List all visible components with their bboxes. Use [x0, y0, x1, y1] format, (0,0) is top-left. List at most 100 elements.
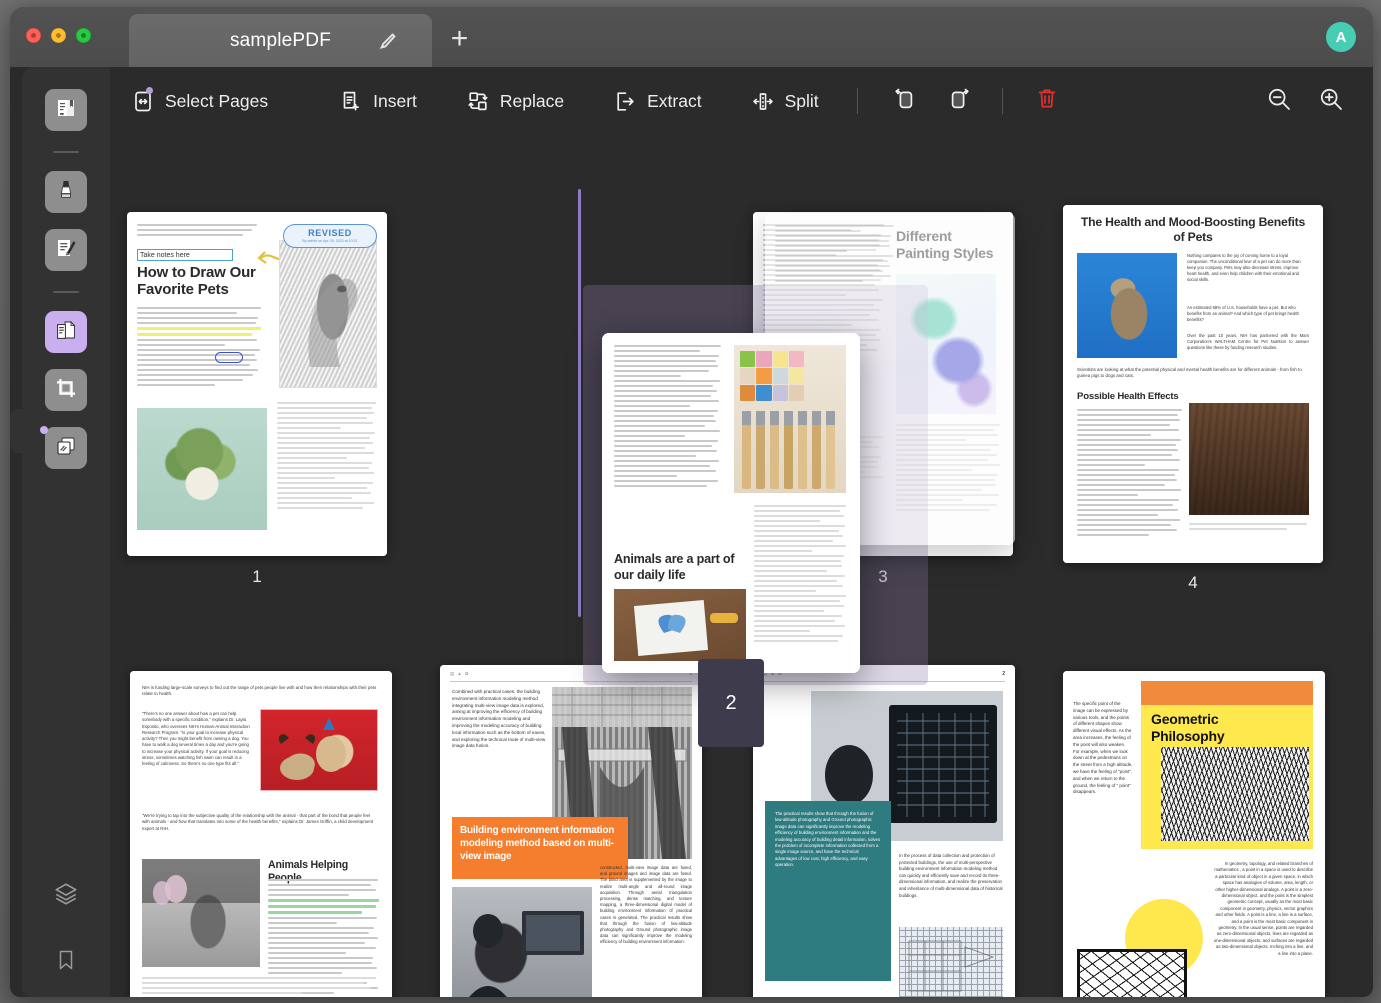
toolbar-select-pages-button[interactable]: Select Pages — [128, 67, 272, 135]
tab-samplepdf[interactable]: samplePDF — [129, 14, 432, 67]
page1-plant-plate-photo — [137, 408, 267, 530]
page1-revised-stamp: REVISED By admin on Apr 26, 2023 at 10:2… — [283, 224, 377, 248]
page5-body-1: NIH is funding large-scale surveys to fi… — [142, 685, 378, 698]
page5-body-2: "There's no one answer about how a pet c… — [142, 711, 252, 768]
drop-indicator-line — [578, 189, 581, 617]
toolbar-divider-1 — [857, 88, 858, 114]
extract-page-icon — [614, 89, 636, 113]
toolbar-extract-button[interactable]: Extract — [610, 67, 705, 135]
page6-body-1: Combined with practical cases, the build… — [452, 689, 546, 750]
toolbar-replace-label: Replace — [500, 91, 564, 112]
page1-circle-annotation — [215, 352, 243, 363]
page8-body-1: The specific point of the image can be e… — [1073, 701, 1133, 796]
select-pages-badge — [146, 87, 153, 94]
page5-dogs-costumes-photo — [260, 709, 378, 791]
sidebar-item-layers[interactable] — [49, 879, 83, 913]
bookmark-icon — [54, 948, 78, 977]
pages-canvas[interactable]: Take notes here How to Draw Our Favorite… — [110, 135, 1373, 997]
tab-strip: samplePDF + — [129, 14, 487, 67]
dragged-page-title: Animals are a part of our daily life — [614, 551, 754, 583]
page4-cat-photo — [1077, 253, 1177, 358]
page6-person-computer-photo — [452, 887, 592, 997]
main-window: samplePDF + A — [10, 7, 1373, 997]
sidebar-item-highlight[interactable] — [45, 171, 87, 213]
trash-icon — [1036, 87, 1058, 116]
page6-page-label: 1 — [689, 671, 692, 676]
sidebar-divider-2 — [53, 291, 79, 293]
zoom-out-icon — [1265, 85, 1293, 118]
maximize-window-button[interactable] — [76, 28, 91, 43]
pencil-icon[interactable] — [377, 30, 399, 52]
toolbar-rotate-right-button[interactable] — [940, 81, 980, 121]
page-thumbnail-4[interactable]: The Health and Mood-Boosting Benefits of… — [1063, 205, 1323, 563]
page4-caption: Scientists are looking at what the poten… — [1077, 367, 1309, 380]
toolbar-extract-label: Extract — [647, 91, 701, 112]
sidebar-tools — [22, 67, 110, 997]
page-thumbnail-8[interactable]: The specific point of the image can be e… — [1063, 671, 1325, 997]
sidebar-item-crop[interactable] — [45, 369, 87, 411]
page7-teal-callout: The practical results show that through … — [765, 801, 891, 981]
page7-body-1: The practical results show that through … — [775, 811, 881, 869]
page4-section-heading: Possible Health Effects — [1077, 391, 1179, 402]
highlighter-icon — [54, 178, 78, 207]
sidebar-divider-1 — [53, 151, 79, 153]
window-controls — [26, 28, 91, 43]
rotate-left-icon — [891, 86, 917, 117]
page-thumbnail-5[interactable]: NIH is funding large-scale surveys to fi… — [130, 671, 392, 997]
page8-title: Geometric Philosophy — [1151, 711, 1281, 745]
toolbar-replace-button[interactable]: Replace — [463, 67, 568, 135]
page4-dogs-sleeping-photo — [1189, 403, 1309, 515]
toolbar-split-label: Split — [785, 91, 819, 112]
page6-body-2: constructed, multi-view image data are f… — [600, 865, 692, 946]
page7-header-rule — [763, 681, 1005, 682]
page6-title: Building environment information modelin… — [460, 824, 622, 863]
zoom-in-icon — [1317, 85, 1345, 118]
duplicate-page-icon — [54, 434, 78, 463]
toolbar-zoom-in-button[interactable] — [1311, 81, 1351, 121]
new-tab-button[interactable]: + — [432, 14, 487, 67]
rotate-right-icon — [947, 86, 973, 117]
toolbar-rotate-left-button[interactable] — [884, 81, 924, 121]
page-thumbnail-7[interactable]: ▤ ▲ ✿ 2 — [753, 665, 1015, 997]
toolbar-select-pages-label: Select Pages — [165, 91, 268, 112]
sidebar-bottom-tools — [22, 879, 110, 979]
page7-header-glyphs: ▤ ▲ ✿ — [763, 671, 783, 677]
minimize-window-button[interactable] — [51, 28, 66, 43]
sidebar-item-duplicate[interactable] — [45, 427, 87, 469]
page-thumbnail-6[interactable]: ▤ ▲ ✿ 1 Combined with practical cases, t… — [440, 665, 702, 997]
sidebar-item-annotate[interactable] — [45, 229, 87, 271]
window-body: Select Pages Insert — [10, 67, 1373, 997]
sidebar — [22, 67, 110, 997]
close-window-button[interactable] — [26, 28, 41, 43]
page7-blueprint-photo — [899, 927, 1003, 997]
toolbar-zoom-out-button[interactable] — [1259, 81, 1299, 121]
sidebar-item-organize[interactable] — [45, 311, 87, 353]
page3-watercolor-art-photo — [896, 274, 996, 414]
sidebar-item-bookmark[interactable] — [49, 945, 83, 979]
organize-pages-icon — [54, 318, 78, 347]
sidebar-active-indicator-dot — [40, 426, 48, 434]
avatar[interactable]: A — [1326, 22, 1356, 52]
page4-title: The Health and Mood-Boosting Benefits of… — [1077, 215, 1309, 245]
sidebar-item-reader[interactable] — [45, 89, 87, 131]
page8-line-art-photo — [1077, 949, 1187, 997]
layers-icon — [53, 881, 79, 912]
toolbar-delete-button[interactable] — [1027, 81, 1067, 121]
tab-title: samplePDF — [230, 30, 331, 52]
toolbar-divider-2 — [1002, 88, 1003, 114]
dragged-page-butterfly-photo — [614, 589, 746, 661]
title-bar: samplePDF + A — [10, 7, 1373, 67]
page7-body-2: In the process of data collection and pr… — [899, 853, 1003, 899]
page-number-1: 1 — [127, 567, 387, 587]
toolbar-insert-button[interactable]: Insert — [336, 67, 421, 135]
page8-geometric-mesh-photo — [1161, 747, 1309, 841]
page1-note-label: Take notes here — [137, 249, 233, 261]
page-number-4: 4 — [1063, 573, 1323, 593]
page5-grey-cat-photo — [142, 859, 260, 967]
page-thumbnail-1[interactable]: Take notes here How to Draw Our Favorite… — [127, 212, 387, 556]
page-number-3: 3 — [753, 567, 1013, 587]
page1-stamp-subtext: By admin on Apr 26, 2023 at 10:21 — [284, 239, 376, 243]
page-thumbnail-3[interactable]: Different Painting Styles — [753, 212, 1013, 556]
toolbar-insert-label: Insert — [373, 91, 417, 112]
toolbar-split-button[interactable]: Split — [748, 67, 823, 135]
